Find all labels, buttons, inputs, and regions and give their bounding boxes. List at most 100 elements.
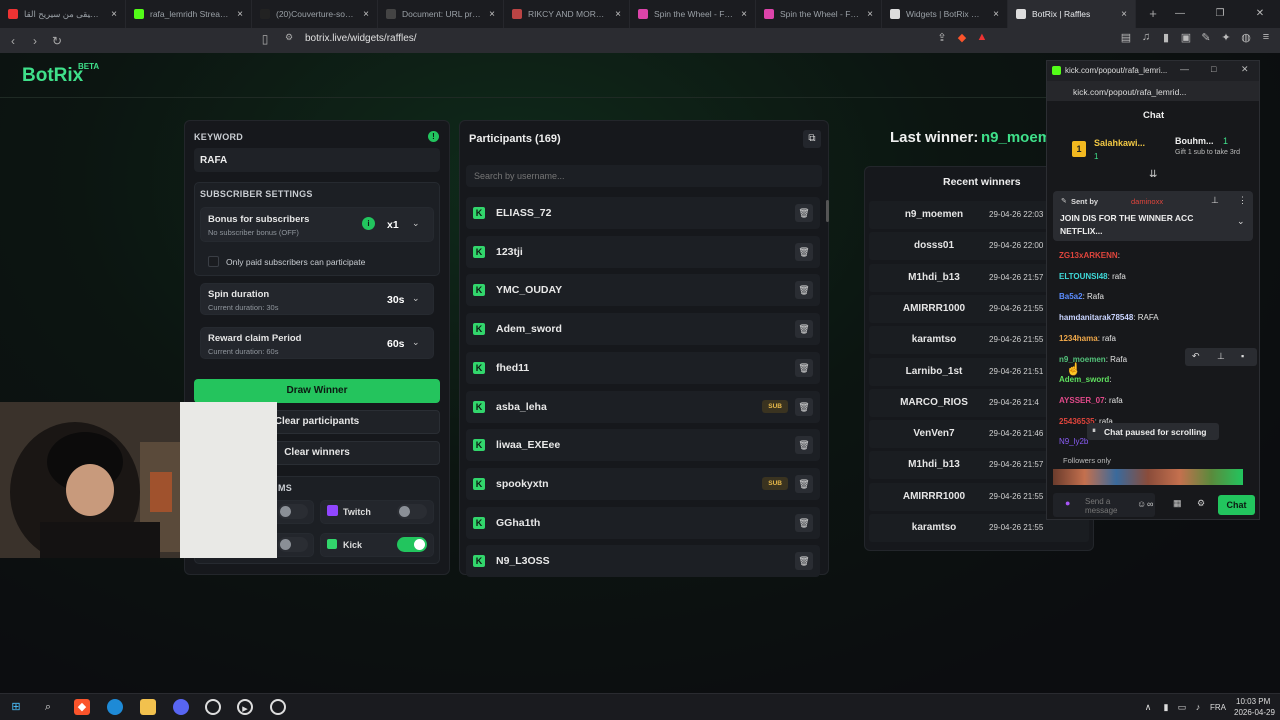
emote-bar[interactable] xyxy=(1053,469,1243,485)
participant-row[interactable]: Kfhed11 🗑 xyxy=(466,351,820,384)
leo-icon[interactable]: ✦ xyxy=(1218,31,1234,49)
twitch-toggle[interactable] xyxy=(397,504,427,519)
chevron-down-icon[interactable]: ⌄ xyxy=(412,293,420,304)
clock-app-icon[interactable] xyxy=(205,699,221,715)
discord-icon[interactable] xyxy=(173,699,189,715)
kick-toggle[interactable] xyxy=(397,537,427,552)
chat-message[interactable]: 1234hama: rafa xyxy=(1059,334,1116,343)
maximize-icon[interactable]: ❐ xyxy=(1200,0,1240,28)
chat-username[interactable]: hamdanitarak78548 xyxy=(1059,313,1133,322)
participant-row[interactable]: K Adem_sword 🗑 xyxy=(466,313,820,346)
collapse-leaderboard-icon[interactable]: ⇊ xyxy=(1149,169,1157,180)
trash-icon[interactable]: 🗑 xyxy=(795,397,813,416)
trash-icon[interactable]: 🗑 xyxy=(795,474,813,493)
keyword-input[interactable]: RAFA xyxy=(194,148,440,172)
participant-row[interactable]: K YMC_OUDAY 🗑 xyxy=(466,274,820,307)
bonus-multiplier-select[interactable]: x1 xyxy=(387,219,399,231)
windows-start-icon[interactable]: ⊞ xyxy=(8,699,24,715)
trash-icon[interactable]: 🗑 xyxy=(795,552,813,571)
chat-message[interactable]: ZG13xARKENN: xyxy=(1059,251,1120,260)
microphone-icon[interactable]: ● xyxy=(1065,498,1070,508)
volume-icon[interactable]: ♪ xyxy=(1190,699,1206,715)
tab-close-icon[interactable]: × xyxy=(237,9,243,20)
participant-row[interactable]: Kliwaa_EXEee 🗑 xyxy=(466,429,820,462)
edge-icon[interactable] xyxy=(107,699,123,715)
share-icon[interactable]: ⇪ xyxy=(934,31,950,49)
popout-minimize-icon[interactable]: — xyxy=(1180,64,1189,74)
tab-close-icon[interactable]: × xyxy=(867,9,873,20)
participants-scrollbar[interactable] xyxy=(826,200,829,222)
chat-username[interactable]: Adem_sword xyxy=(1059,375,1109,384)
browser-tab[interactable]: Widgets | BotRix — Cloud × xyxy=(882,0,1008,28)
forward-icon[interactable]: › xyxy=(24,34,46,48)
pinned-options-icon[interactable]: ⋮ xyxy=(1238,195,1247,206)
browser-tab[interactable]: (20)Couverture-souvenir P × xyxy=(252,0,378,28)
trash-icon[interactable]: 🗑 xyxy=(795,242,813,261)
browser-tab[interactable]: BotRix | Raffles × xyxy=(1008,0,1136,28)
participant-search-input[interactable] xyxy=(466,165,822,187)
taskbar-date[interactable]: 2026-04-29 xyxy=(1234,708,1275,717)
draw-winner-button[interactable]: Draw Winner xyxy=(194,379,440,403)
trash-icon[interactable]: 🗑 xyxy=(795,513,813,532)
chat-message[interactable]: AYSSER_07: rafa xyxy=(1059,396,1123,405)
participant-row[interactable]: K ELIASS_72 🗑 xyxy=(466,197,820,229)
url-field[interactable]: botrix.live/widgets/raffles/ xyxy=(305,33,417,44)
vpn-icon[interactable]: ◍ xyxy=(1238,31,1254,49)
tab-close-icon[interactable]: × xyxy=(993,9,999,20)
emote-picker-icon[interactable]: ☺ xyxy=(1137,499,1146,509)
tab-close-icon[interactable]: × xyxy=(615,9,621,20)
trash-icon[interactable]: 🗑 xyxy=(795,320,813,339)
music-icon[interactable]: ♫ xyxy=(1138,31,1154,49)
chat-message[interactable]: ELTOUNSI48: rafa xyxy=(1059,272,1126,281)
chat-username[interactable]: Ba5a2 xyxy=(1059,292,1083,301)
popout-url[interactable]: kick.com/popout/rafa_lemrid... xyxy=(1073,87,1186,97)
reply-icon[interactable]: ↶ xyxy=(1192,351,1200,362)
chat-settings-icon[interactable]: ⚙ xyxy=(1197,498,1205,509)
browser-tab[interactable]: rafa_lemridh Stream - Wat × xyxy=(126,0,252,28)
tray-chevron-icon[interactable]: ∧ xyxy=(1140,699,1156,715)
tab-close-icon[interactable]: × xyxy=(741,9,747,20)
sidebar-icon[interactable]: ▮ xyxy=(1158,31,1174,49)
media-player-icon[interactable]: ▸ xyxy=(237,699,253,715)
browser-tab[interactable]: موسيقى من سيريح القا × xyxy=(0,0,126,28)
trash-icon[interactable]: 🗑 xyxy=(795,436,813,455)
chat-username[interactable]: 1234hama xyxy=(1059,334,1098,343)
other-platform-toggle[interactable] xyxy=(278,537,308,552)
tab-close-icon[interactable]: × xyxy=(1121,9,1127,20)
trash-icon[interactable]: 🗑 xyxy=(795,281,813,300)
brave-rewards-icon[interactable]: ▲ xyxy=(974,31,990,49)
network-icon[interactable]: ▭ xyxy=(1174,699,1190,715)
minimize-icon[interactable]: — xyxy=(1160,0,1200,28)
botrix-logo[interactable]: BotRix xyxy=(22,65,83,87)
participant-row[interactable]: K 123tji 🗑 xyxy=(466,235,820,268)
menu-icon[interactable]: ≡ xyxy=(1258,31,1274,49)
browser-tab[interactable]: Spin the Wheel - Free Wh × xyxy=(756,0,882,28)
chat-message[interactable]: hamdanitarak78548: RAFA xyxy=(1059,313,1159,322)
chevron-down-icon[interactable]: ⌄ xyxy=(1237,216,1245,227)
search-icon[interactable]: ⌕ xyxy=(40,699,56,715)
language-indicator[interactable]: FRA xyxy=(1210,703,1226,712)
popout-close-icon[interactable]: ✕ xyxy=(1241,64,1249,75)
participant-row[interactable]: K N9_L3OSS 🗑 xyxy=(466,545,820,578)
store-icon[interactable]: ▦ xyxy=(1173,498,1182,509)
taskbar-time[interactable]: 10:03 PM xyxy=(1236,697,1270,706)
youtube-toggle[interactable] xyxy=(278,504,308,519)
browser-tab[interactable]: RIKCY AND MORTY - Brav × xyxy=(504,0,630,28)
participant-row[interactable]: Kasba_leha SUB 🗑 xyxy=(466,390,820,423)
popout-maximize-icon[interactable]: □ xyxy=(1211,64,1216,74)
trash-icon[interactable]: 🗑 xyxy=(795,358,813,377)
reader-icon[interactable]: ▤ xyxy=(1118,31,1134,49)
file-explorer-icon[interactable] xyxy=(140,699,156,715)
browser-tab[interactable]: Document: URL property × xyxy=(378,0,504,28)
close-icon[interactable]: ✕ xyxy=(1240,0,1280,28)
site-info-icon[interactable]: ⚙ xyxy=(278,32,300,43)
trash-icon[interactable]: 🗑 xyxy=(795,204,813,222)
back-icon[interactable]: ‹ xyxy=(2,34,24,48)
chat-username[interactable]: ELTOUNSI48 xyxy=(1059,272,1108,281)
copy-icon[interactable]: ⧉ xyxy=(803,130,821,148)
chat-username[interactable]: ZG13xARKENN xyxy=(1059,251,1118,260)
chevron-down-icon[interactable]: ⌄ xyxy=(412,337,420,348)
extension-icon[interactable]: ✎ xyxy=(1198,31,1214,49)
browser-tab[interactable]: Spin the Wheel - Free Wh × xyxy=(630,0,756,28)
chat-message[interactable]: Ba5a2: Rafa xyxy=(1059,292,1104,301)
